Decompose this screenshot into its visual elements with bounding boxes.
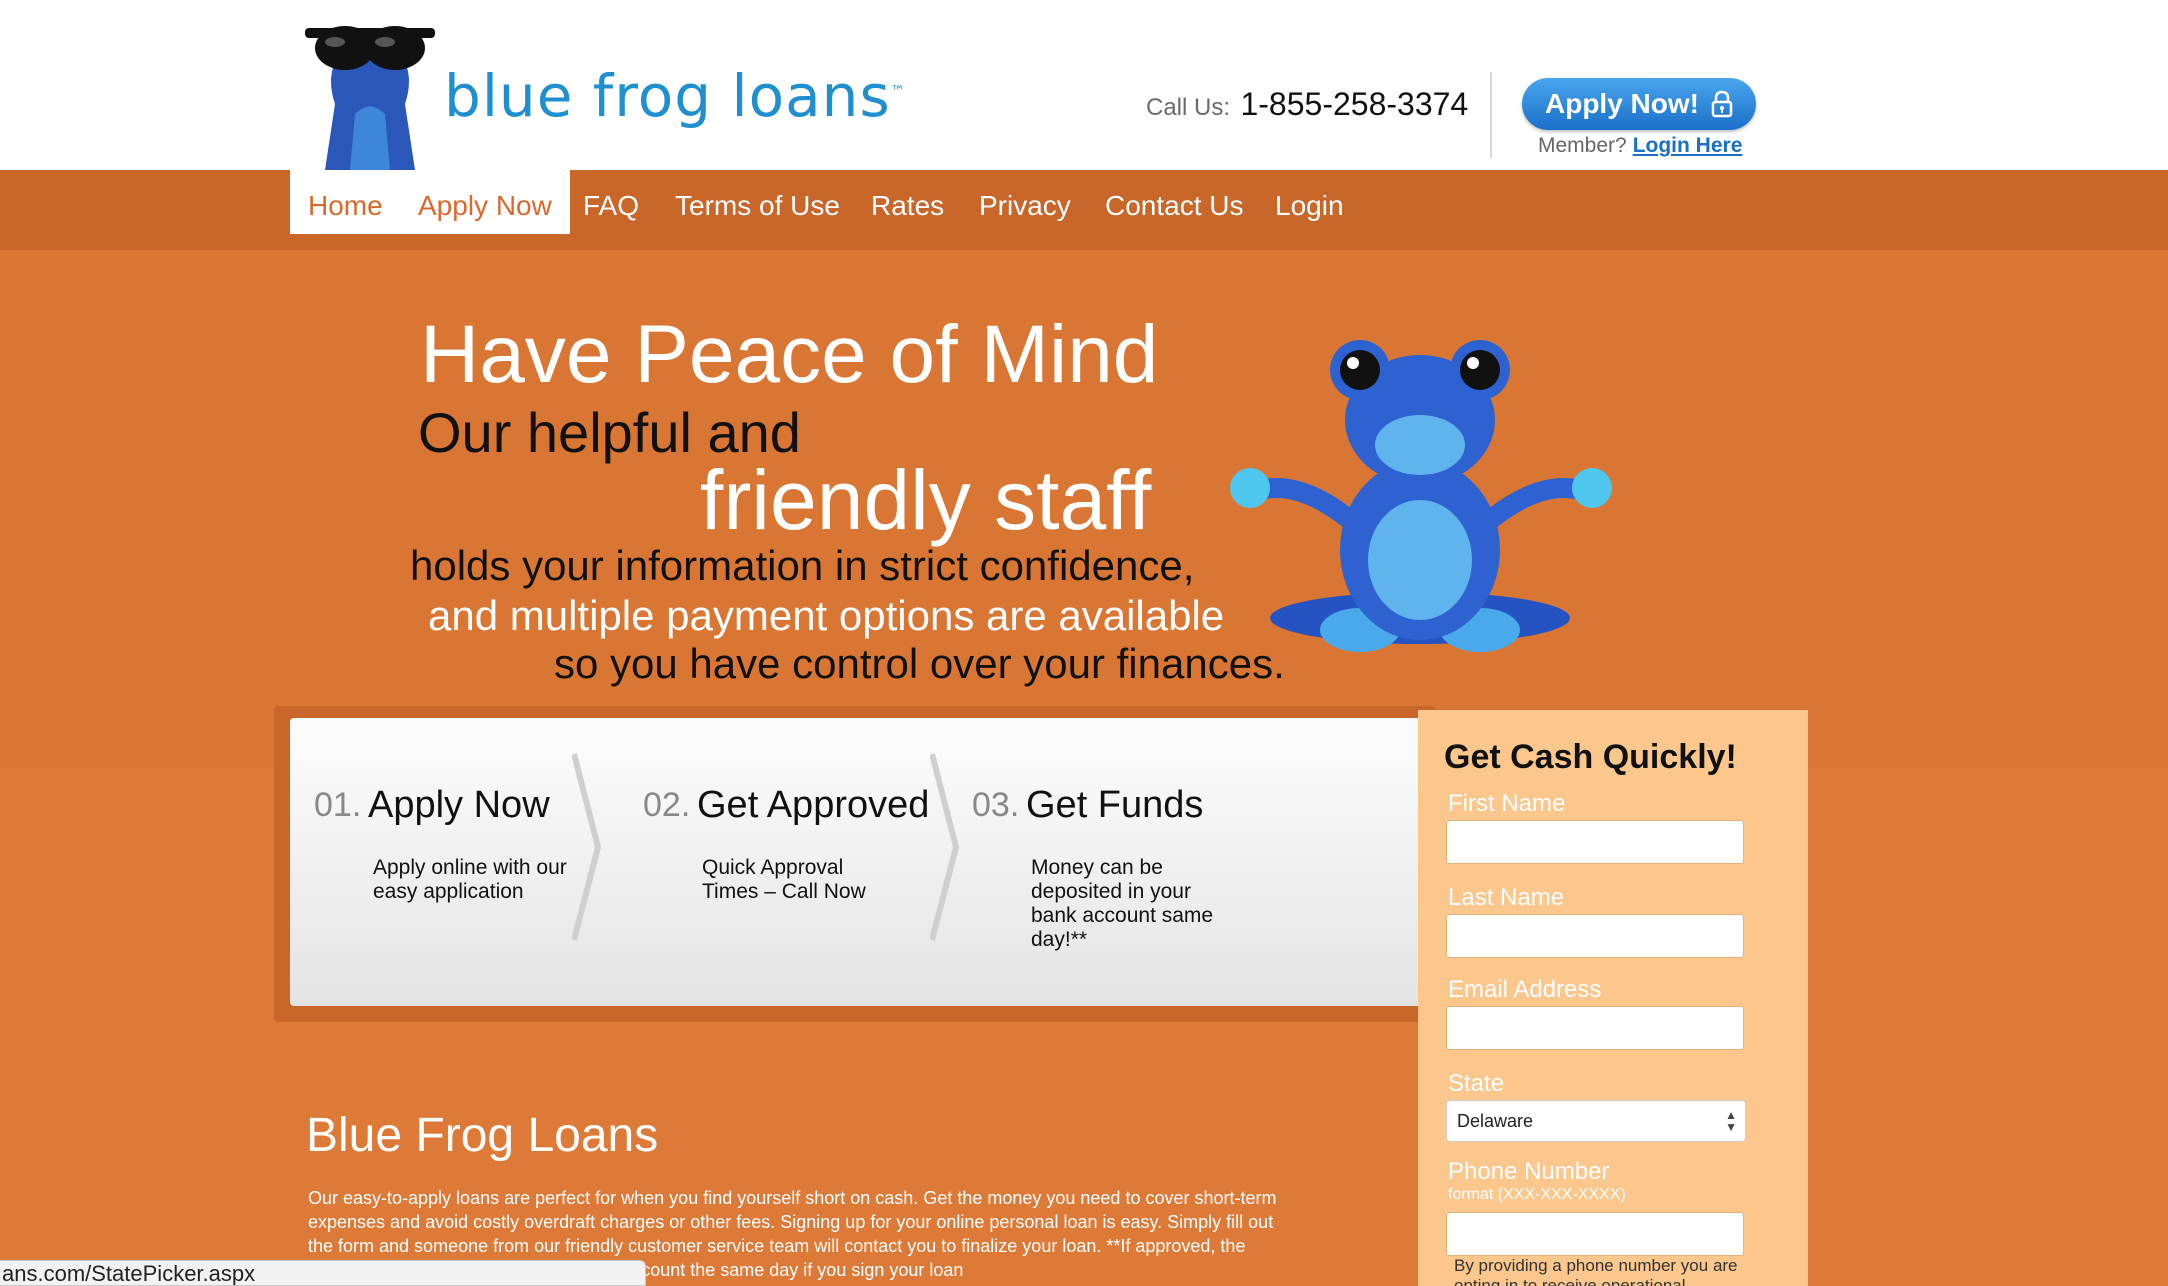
phone-consent-note: By providing a phone number you are opti…: [1454, 1256, 1738, 1286]
step-2-title: Get Approved: [697, 784, 930, 826]
phone-label: Phone Number: [1448, 1158, 1610, 1185]
site-header: blue frog loans™ Call Us: 1-855-258-3374…: [0, 0, 2168, 170]
nav-item-terms-of-use[interactable]: Terms of Use: [675, 170, 840, 234]
last-name-field[interactable]: [1446, 914, 1744, 958]
member-login: Member? Login Here: [1538, 134, 1742, 158]
state-select-value: Delaware: [1457, 1111, 1534, 1131]
browser-status-url: ans.com/StatePicker.aspx: [0, 1260, 646, 1286]
lock-icon: [1711, 90, 1733, 118]
first-name-label: First Name: [1448, 790, 1566, 817]
meditating-frog-icon: [1230, 340, 1612, 652]
nav-item-home[interactable]: Home: [290, 170, 401, 234]
phone-format-hint: format (XXX-XXX-XXXX): [1448, 1186, 1626, 1203]
nav-item-rates[interactable]: Rates: [871, 170, 944, 234]
form-title: Get Cash Quickly!: [1444, 738, 1737, 776]
step-3-number: 03.: [972, 786, 1020, 824]
last-name-label: Last Name: [1448, 884, 1565, 911]
step-divider-chevron-icon: [930, 753, 960, 941]
hero-headline: Have Peace of Mind: [420, 309, 1159, 400]
step-2-number: 02.: [643, 786, 691, 824]
email-field[interactable]: [1446, 1006, 1744, 1050]
member-label: Member?: [1538, 134, 1627, 157]
hero-line-5: and multiple payment options are availab…: [428, 592, 1225, 639]
nav-item-apply-now[interactable]: Apply Now: [400, 170, 570, 234]
logo-wordmark[interactable]: blue frog loans™: [444, 62, 906, 130]
step-3-description: Money can be deposited in your bank acco…: [1031, 856, 1214, 951]
nav-item-contact-us[interactable]: Contact Us: [1105, 170, 1244, 234]
state-label: State: [1448, 1070, 1505, 1097]
hero-line-3: friendly staff: [700, 453, 1152, 547]
apply-now-button[interactable]: Apply Now!: [1522, 78, 1756, 130]
step-1-number: 01.: [314, 786, 362, 824]
nav-item-faq[interactable]: FAQ: [583, 170, 639, 234]
select-arrows-icon: ▲ ▼: [1725, 1108, 1737, 1134]
phone-field[interactable]: [1446, 1212, 1744, 1256]
email-label: Email Address: [1448, 976, 1602, 1003]
login-here-link[interactable]: Login Here: [1633, 134, 1743, 157]
call-us: Call Us: 1-855-258-3374: [1146, 86, 1468, 123]
first-name-field[interactable]: [1446, 820, 1744, 864]
main-nav: Home Apply Now FAQ Terms of Use Rates Pr…: [0, 170, 2168, 250]
nav-item-login[interactable]: Login: [1275, 170, 1344, 234]
about-heading: Blue Frog Loans: [306, 1109, 659, 1162]
hero-line-6: so you have control over your finances.: [554, 640, 1285, 687]
state-select[interactable]: Delaware ▲ ▼: [1446, 1100, 1746, 1142]
hero-line-4: holds your information in strict confide…: [410, 542, 1195, 589]
call-us-label: Call Us:: [1146, 94, 1231, 121]
step-1-title[interactable]: Apply Now: [368, 784, 550, 827]
header-divider: [1490, 72, 1492, 158]
apply-now-button-label: Apply Now!: [1545, 88, 1699, 119]
phone-number[interactable]: 1-855-258-3374: [1240, 86, 1468, 122]
step-3-title: Get Funds: [1026, 784, 1204, 826]
step-divider-chevron-icon: [572, 753, 602, 941]
nav-item-privacy[interactable]: Privacy: [979, 170, 1071, 234]
frog-mascot-logo-icon[interactable]: [305, 14, 435, 170]
step-2-description: Quick Approval Times – Call Now: [702, 856, 866, 903]
step-1-description: Apply online with our easy application: [373, 856, 567, 903]
